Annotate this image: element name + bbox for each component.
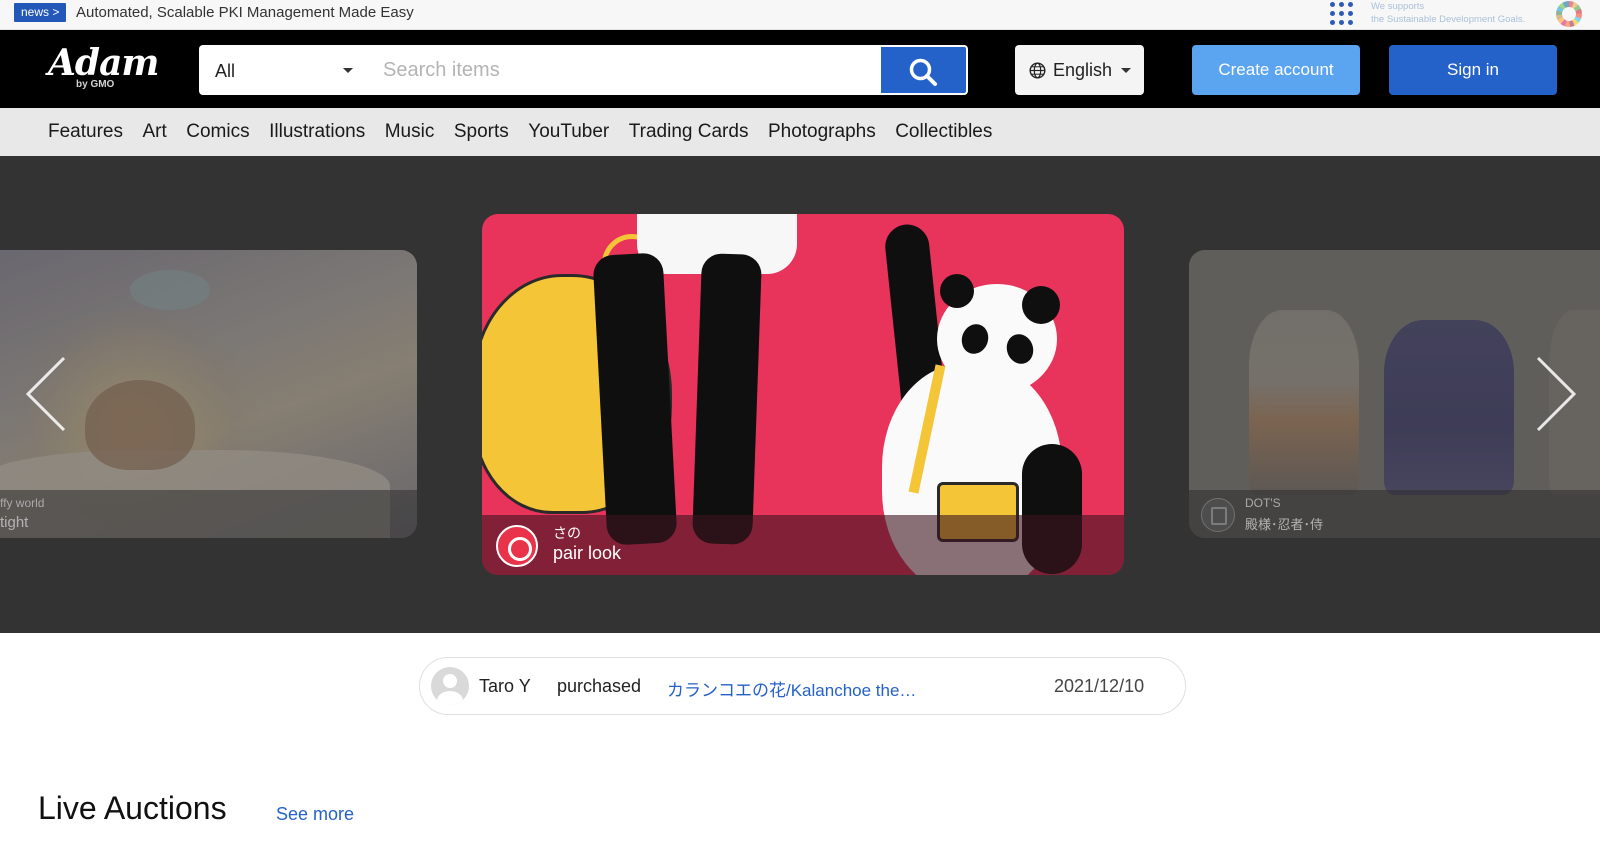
language-selector[interactable]: English xyxy=(1015,45,1144,95)
slide-art-panda-ear xyxy=(1022,286,1060,324)
slide-title[interactable]: pair look xyxy=(553,543,621,564)
nav-item-music[interactable]: Music xyxy=(385,121,435,143)
nav-item-illustrations[interactable]: Illustrations xyxy=(269,121,365,143)
category-select[interactable]: All xyxy=(199,45,367,95)
category-select-value: All xyxy=(215,61,236,81)
sign-in-button[interactable]: Sign in xyxy=(1389,45,1557,95)
live-auctions-heading: Live Auctions xyxy=(38,790,227,826)
slide-art-panda-ear xyxy=(940,274,974,308)
slide-art-leg xyxy=(691,253,763,545)
search-icon xyxy=(909,58,937,86)
search-button[interactable] xyxy=(881,45,968,95)
sdg-wheel-icon[interactable] xyxy=(1556,1,1582,27)
slide-art-leg xyxy=(592,252,678,546)
avatar-icon xyxy=(431,667,469,705)
nav-item-trading-cards[interactable]: Trading Cards xyxy=(629,121,749,143)
purchase-ticker: Taro Y purchased カランコエの花/Kalanchoe the… … xyxy=(419,657,1186,715)
hero-carousel: ffy world tight さの pair look DOT'S 殿様･忍者… xyxy=(0,156,1600,633)
logo-byline: by GMO xyxy=(76,79,115,90)
sdg-line-1: We supports xyxy=(1371,1,1425,12)
see-more-link[interactable]: See more xyxy=(276,804,354,825)
nav-item-collectibles[interactable]: Collectibles xyxy=(895,121,992,143)
artist-avatar[interactable] xyxy=(496,525,538,567)
nav-item-art[interactable]: Art xyxy=(142,121,166,143)
news-badge[interactable]: news > xyxy=(14,3,67,22)
nav-item-youtuber[interactable]: YouTuber xyxy=(528,121,609,143)
site-logo[interactable]: Adam by GMO xyxy=(48,42,160,92)
sdg-line-2: the Sustainable Development Goals. xyxy=(1371,13,1526,25)
caret-down-icon xyxy=(343,68,353,73)
nav-item-features[interactable]: Features xyxy=(48,121,123,143)
sdg-notice[interactable]: We supports the Sustainable Development … xyxy=(1371,1,1525,26)
create-account-button[interactable]: Create account xyxy=(1192,45,1360,95)
news-headline[interactable]: Automated, Scalable PKI Management Made … xyxy=(76,4,414,21)
apps-grid-icon[interactable] xyxy=(1330,2,1354,26)
chevron-right-icon[interactable] xyxy=(1530,354,1580,434)
slide-artist[interactable]: さの xyxy=(553,523,581,543)
nav-item-sports[interactable]: Sports xyxy=(454,121,509,143)
purchase-date: 2021/12/10 xyxy=(1054,676,1145,696)
news-bar: news > Automated, Scalable PKI Managemen… xyxy=(0,0,1600,30)
caret-down-icon xyxy=(1121,68,1131,73)
category-nav: Features Art Comics Illustrations Music … xyxy=(0,108,1600,156)
chevron-left-icon[interactable] xyxy=(22,354,72,434)
nav-item-photographs[interactable]: Photographs xyxy=(768,121,876,143)
purchased-item-link[interactable]: カランコエの花/Kalanchoe the… xyxy=(667,676,916,701)
search-input[interactable] xyxy=(367,45,881,95)
nav-item-comics[interactable]: Comics xyxy=(186,121,249,143)
slide-caption: さの pair look xyxy=(482,515,1124,575)
purchase-verb: purchased xyxy=(557,676,642,696)
site-header: Adam by GMO All English Create account S… xyxy=(0,30,1600,108)
globe-icon xyxy=(1029,62,1046,79)
logo-wordmark: Adam xyxy=(48,42,160,84)
language-label: English xyxy=(1053,60,1113,80)
carousel-slide-current[interactable]: さの pair look xyxy=(482,214,1124,575)
buyer-name: Taro Y xyxy=(479,676,531,696)
